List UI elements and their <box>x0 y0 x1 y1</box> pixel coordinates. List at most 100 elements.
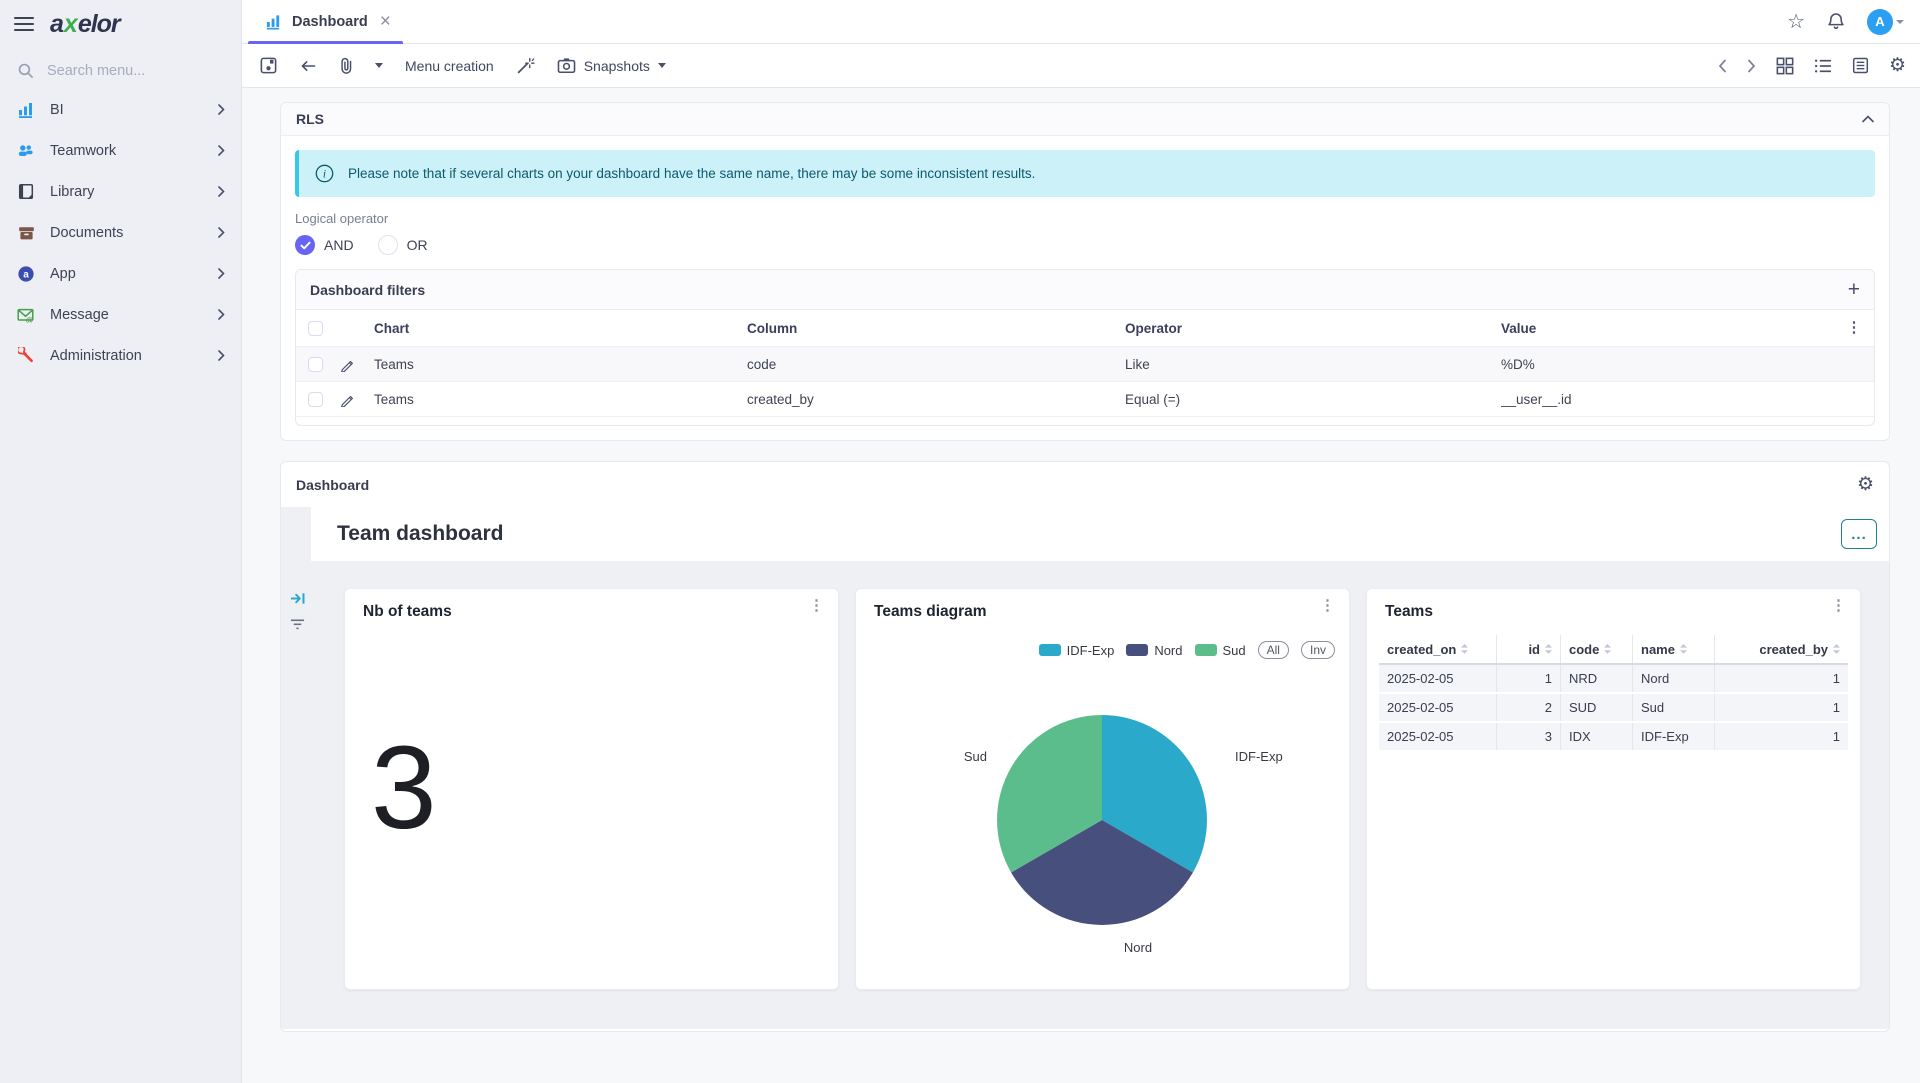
alert-text: Please note that if several charts on yo… <box>348 166 1035 181</box>
prev-record-button[interactable] <box>1718 59 1727 73</box>
pie-label-nord: Nord <box>1124 940 1152 955</box>
close-tab-icon[interactable]: × <box>378 12 393 31</box>
more-actions-dropdown[interactable] <box>375 63 383 68</box>
th-id[interactable]: id <box>1497 635 1561 663</box>
sidebar-item-label: Documents <box>50 225 218 241</box>
chevron-right-icon <box>218 186 225 197</box>
bar-chart-icon <box>16 101 36 119</box>
edit-pencil-icon[interactable] <box>340 357 355 372</box>
attachment-button[interactable] <box>339 57 353 75</box>
dashlet-nb-of-teams: Nb of teams ⋮ 3 <box>344 588 839 990</box>
board-more-button[interactable]: ... <box>1841 519 1877 549</box>
sidebar: axelor BI Teamwork Library <box>0 0 242 1083</box>
sidebar-item-library[interactable]: Library <box>0 171 241 212</box>
sidebar-item-app[interactable]: a App <box>0 253 241 294</box>
columns-menu-button[interactable]: ⋮ <box>1834 325 1874 332</box>
snapshots-dropdown[interactable]: Snapshots <box>557 57 666 74</box>
legend-all-button[interactable]: All <box>1258 641 1289 659</box>
svg-text:a: a <box>23 269 29 280</box>
collapse-panel-button[interactable] <box>1862 115 1874 123</box>
radio-and[interactable]: AND <box>295 235 354 255</box>
favorite-star-button[interactable]: ☆ <box>1787 9 1805 34</box>
hamburger-menu-icon[interactable] <box>14 17 34 31</box>
edit-pencil-icon[interactable] <box>340 392 355 407</box>
svg-text:@: @ <box>26 315 34 322</box>
filter-icon[interactable] <box>290 618 305 631</box>
pie-chart[interactable]: Sud IDF-Exp Nord <box>856 669 1351 979</box>
column-header-chart[interactable]: Chart <box>374 321 747 336</box>
back-button[interactable] <box>299 58 317 74</box>
add-filter-button[interactable]: + <box>1848 279 1860 300</box>
dashlet-menu-button[interactable]: ⋮ <box>1320 603 1335 610</box>
sidebar-item-administration[interactable]: Administration <box>0 335 241 376</box>
menu-creation-button[interactable]: Menu creation <box>405 58 494 74</box>
wrench-icon <box>16 347 36 365</box>
settings-button[interactable]: ⚙ <box>1889 56 1906 75</box>
th-created-on[interactable]: created_on <box>1379 635 1497 663</box>
sidebar-item-label: BI <box>50 102 218 118</box>
notifications-button[interactable] <box>1827 12 1845 31</box>
form-view-button[interactable] <box>1852 57 1869 74</box>
th-created-by[interactable]: created_by <box>1715 635 1848 663</box>
legend-item[interactable]: IDF-Exp <box>1039 643 1115 658</box>
legend-item[interactable]: Sud <box>1195 643 1246 658</box>
sidebar-item-bi[interactable]: BI <box>0 89 241 130</box>
chart-legend: IDF-Exp Nord Sud All Inv <box>1039 641 1335 659</box>
row-checkbox[interactable] <box>308 392 323 407</box>
search-input[interactable] <box>47 63 207 79</box>
filter-row[interactable]: Teams code Like %D% <box>296 347 1874 382</box>
th-code[interactable]: code <box>1561 635 1633 663</box>
grid-view-button[interactable] <box>1776 57 1794 75</box>
wizard-button[interactable] <box>516 57 535 75</box>
legend-item[interactable]: Nord <box>1126 643 1182 658</box>
form-icon <box>1852 57 1869 74</box>
pie-label-idf-exp: IDF-Exp <box>1235 749 1283 764</box>
user-menu[interactable]: A <box>1867 9 1904 35</box>
column-header-value[interactable]: Value <box>1501 321 1834 336</box>
app-circle-icon: a <box>16 265 36 283</box>
dashboard-settings-button[interactable]: ⚙ <box>1857 475 1874 494</box>
column-header-column[interactable]: Column <box>747 321 1125 336</box>
tab-dashboard[interactable]: Dashboard × <box>242 0 409 44</box>
content-area: RLS i Please note that if several charts… <box>242 88 1920 1083</box>
row-checkbox[interactable] <box>308 357 323 372</box>
dashlet-title: Teams diagram <box>874 603 987 621</box>
column-header-operator[interactable]: Operator <box>1125 321 1501 336</box>
logical-operator-label: Logical operator <box>295 211 1875 226</box>
cell-chart: Teams <box>374 357 747 372</box>
sidebar-item-label: Administration <box>50 348 218 364</box>
next-record-button[interactable] <box>1747 59 1756 73</box>
table-row[interactable]: 2025-02-05 1 NRD Nord 1 <box>1379 665 1848 694</box>
table-row[interactable]: 2025-02-05 2 SUD Sud 1 <box>1379 694 1848 723</box>
info-icon: i <box>315 164 334 183</box>
sidebar-item-documents[interactable]: Documents <box>0 212 241 253</box>
expand-filters-icon[interactable] <box>290 592 306 605</box>
select-all-checkbox[interactable] <box>308 321 323 336</box>
cell-value: __user__.id <box>1501 392 1834 407</box>
list-view-button[interactable] <box>1814 58 1832 74</box>
dashlet-menu-button[interactable]: ⋮ <box>1831 603 1846 610</box>
sort-icon <box>1604 644 1611 654</box>
save-button[interactable] <box>260 57 277 74</box>
filter-row[interactable]: Teams created_by Equal (=) __user__.id <box>296 382 1874 417</box>
caret-down-icon <box>658 63 666 68</box>
chevron-right-icon <box>218 227 225 238</box>
chevron-down-icon <box>1896 20 1904 24</box>
sidebar-item-teamwork[interactable]: Teamwork <box>0 130 241 171</box>
dashlet-menu-button[interactable]: ⋮ <box>809 603 824 610</box>
th-name[interactable]: name <box>1633 635 1715 663</box>
camera-icon <box>557 57 576 74</box>
cell-column: code <box>747 357 1125 372</box>
dashboard-panel: Dashboard ⚙ Team dashboard ... Nb of tea… <box>280 461 1890 1032</box>
sort-icon <box>1833 644 1840 654</box>
legend-inv-button[interactable]: Inv <box>1301 641 1335 659</box>
board-title: Team dashboard <box>337 522 503 546</box>
chevron-up-icon <box>1862 115 1874 123</box>
sidebar-item-message[interactable]: @ Message <box>0 294 241 335</box>
radio-or[interactable]: OR <box>378 235 428 255</box>
tab-bar: Dashboard × ☆ A <box>242 0 1920 44</box>
app-window: axelor BI Teamwork Library <box>0 0 1920 1083</box>
table-row[interactable]: 2025-02-05 3 IDX IDF-Exp 1 <box>1379 723 1848 752</box>
avatar: A <box>1867 9 1893 35</box>
cell-column: created_by <box>747 392 1125 407</box>
